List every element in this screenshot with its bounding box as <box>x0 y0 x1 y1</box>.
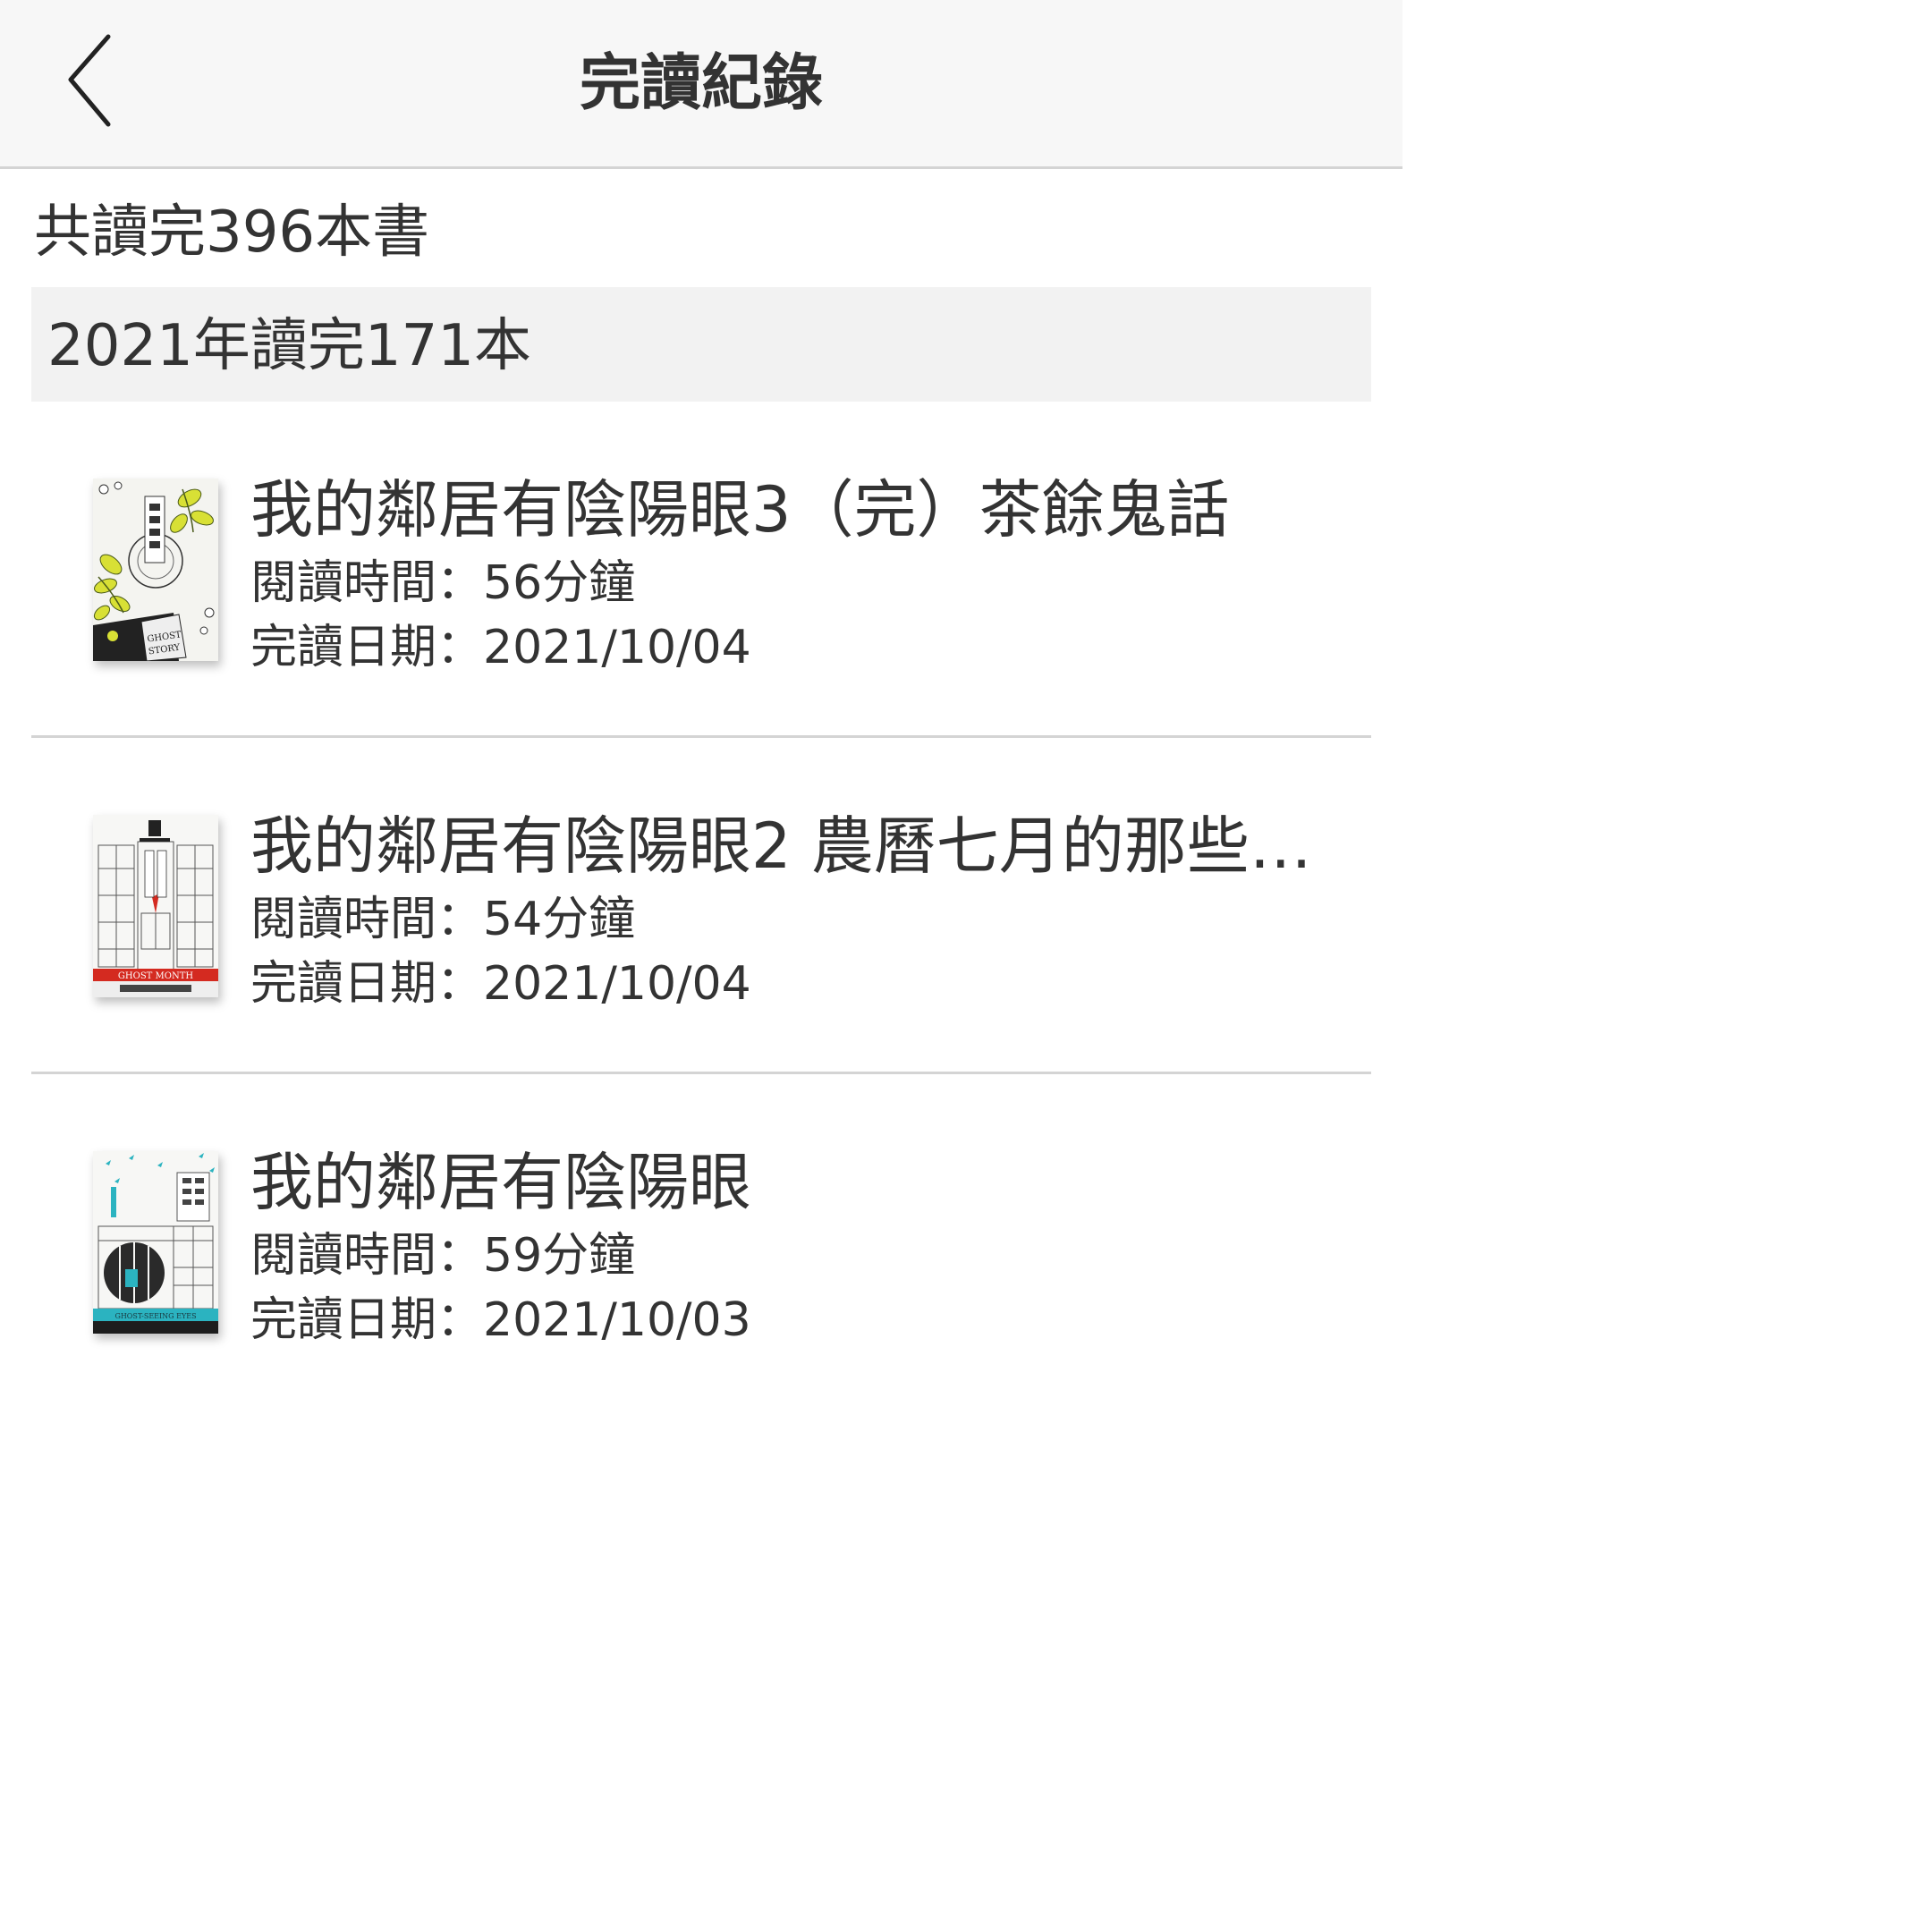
reading-time-value: 59分鐘 <box>483 1229 636 1283</box>
finish-date-label: 完讀日期： <box>250 957 484 1011</box>
book-title: 我的鄰居有陰陽眼3（完）茶餘鬼話 <box>250 473 1230 547</box>
reading-time-value: 54分鐘 <box>483 893 636 946</box>
total-books-read: 共讀完396本書 <box>34 199 430 266</box>
book-cover: GHOST STORY <box>93 479 218 661</box>
finish-date-row: 完讀日期：2021/10/03 <box>250 1292 751 1348</box>
page-title: 完讀紀錄 <box>579 48 823 119</box>
book-list-item[interactable]: GHOST MONTH 我的鄰居有陰陽眼2 農曆七月的那些小事 閱讀時間：54分… <box>0 738 1402 1074</box>
reading-time-row: 閱讀時間：54分鐘 <box>250 892 635 947</box>
finish-date-row: 完讀日期：2021/10/04 <box>250 620 751 675</box>
book-cover: GHOST-SEEING EYES <box>93 1151 218 1334</box>
book-list-item[interactable]: GHOST-SEEING EYES 我的鄰居有陰陽眼 閱讀時間：59分鐘 完讀日… <box>0 1074 1402 1411</box>
finished-book-list: GHOST STORY 我的鄰居有陰陽眼3（完）茶餘鬼話 閱讀時間：56分鐘 完… <box>0 402 1402 1411</box>
top-bar: 完讀紀錄 <box>0 0 1402 169</box>
finish-date-value: 2021/10/04 <box>483 621 751 674</box>
svg-text:GHOST-SEEING EYES: GHOST-SEEING EYES <box>114 1312 196 1320</box>
finish-date-value: 2021/10/03 <box>483 1293 751 1347</box>
book-cover: GHOST MONTH <box>93 815 218 997</box>
finish-date-value: 2021/10/04 <box>483 957 751 1011</box>
year-section-header: 2021年讀完171本 <box>31 287 1371 402</box>
book-title: 我的鄰居有陰陽眼 <box>250 1146 751 1219</box>
book-title: 我的鄰居有陰陽眼2 農曆七月的那些小事 <box>250 809 1351 883</box>
reading-time-label: 閱讀時間： <box>250 1229 484 1283</box>
year-summary-label: 2021年讀完171本 <box>47 313 532 379</box>
reading-time-label: 閱讀時間： <box>250 893 484 946</box>
reading-time-row: 閱讀時間：59分鐘 <box>250 1228 635 1284</box>
finish-date-label: 完讀日期： <box>250 1293 484 1347</box>
finish-date-row: 完讀日期：2021/10/04 <box>250 956 751 1012</box>
finish-date-label: 完讀日期： <box>250 621 484 674</box>
svg-text:GHOST MONTH: GHOST MONTH <box>118 971 193 981</box>
reading-time-value: 56分鐘 <box>483 556 636 610</box>
reading-time-label: 閱讀時間： <box>250 556 484 610</box>
reading-time-row: 閱讀時間：56分鐘 <box>250 555 635 611</box>
book-list-item[interactable]: GHOST STORY 我的鄰居有陰陽眼3（完）茶餘鬼話 閱讀時間：56分鐘 完… <box>0 402 1402 738</box>
